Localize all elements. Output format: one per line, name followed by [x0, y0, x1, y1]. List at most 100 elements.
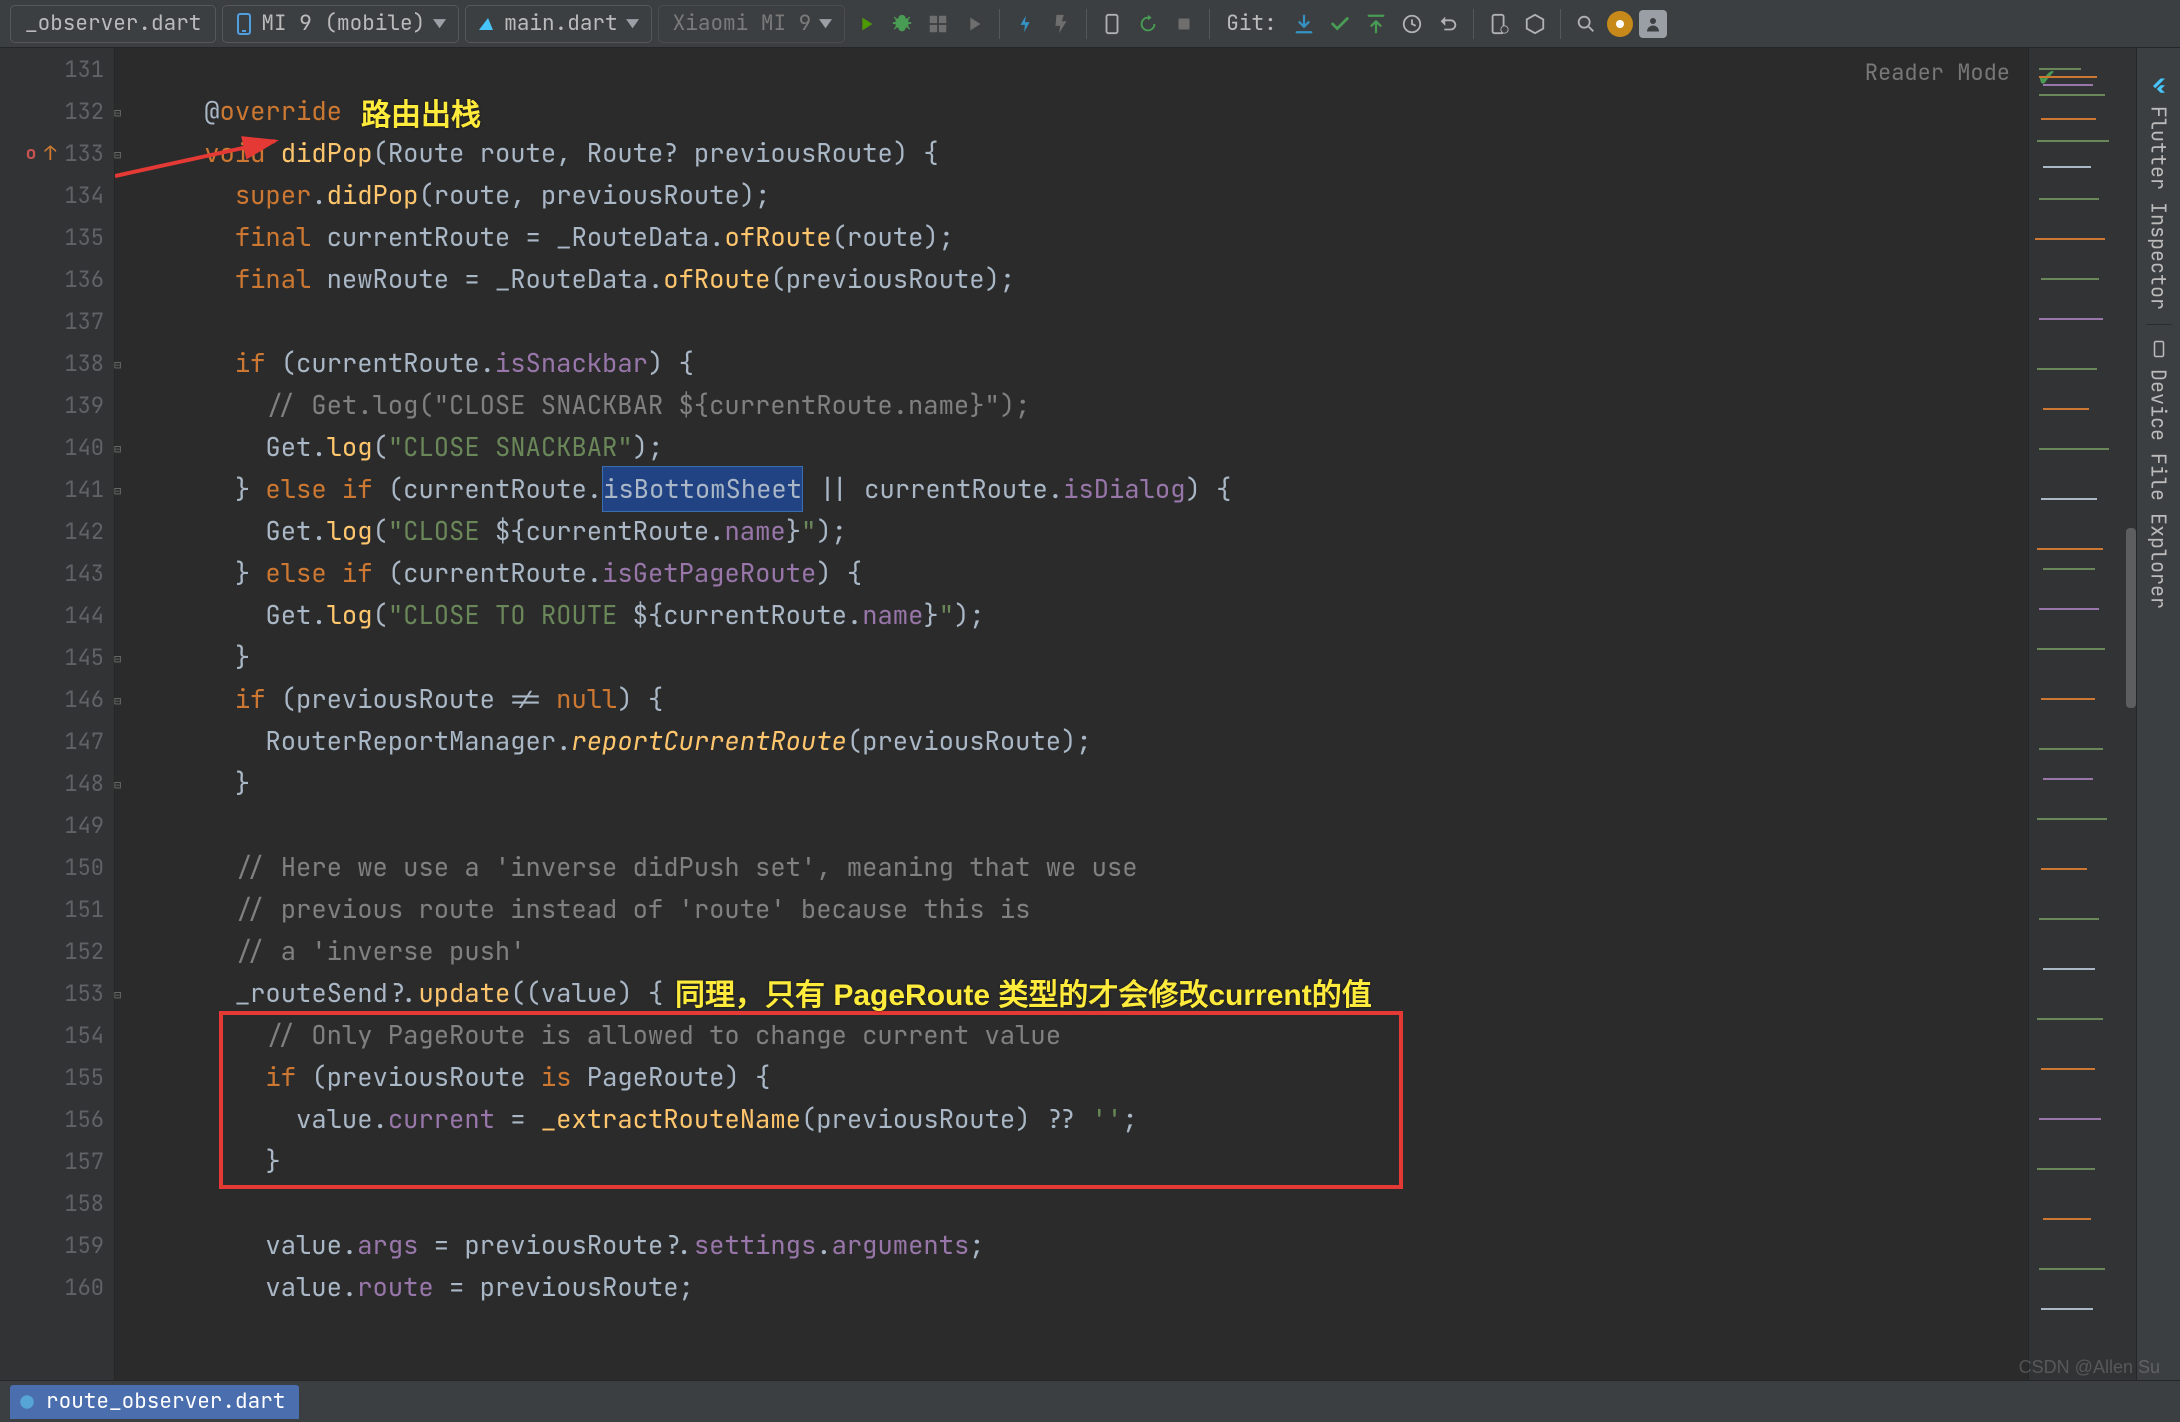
- code-line[interactable]: Get.log("CLOSE TO ROUTE ${currentRoute.n…: [143, 594, 2028, 636]
- minimap[interactable]: ✔: [2028, 48, 2136, 1380]
- code-line[interactable]: final currentRoute = _RouteData.ofRoute(…: [143, 216, 2028, 258]
- user-avatar[interactable]: [1639, 10, 1667, 38]
- code-line[interactable]: Get.log("CLOSE SNACKBAR");: [143, 426, 2028, 468]
- code-line[interactable]: RouterReportManager.reportCurrentRoute(p…: [143, 720, 2028, 762]
- gutter-line[interactable]: o↑133⊟: [0, 132, 114, 174]
- gutter-line[interactable]: 147: [0, 720, 114, 762]
- stop-icon[interactable]: [1169, 9, 1199, 39]
- gutter-line[interactable]: 137: [0, 300, 114, 342]
- code-line[interactable]: super.didPop(route, previousRoute);: [143, 174, 2028, 216]
- gutter-line[interactable]: 149: [0, 804, 114, 846]
- gutter-line[interactable]: 145⊟: [0, 636, 114, 678]
- code-line[interactable]: } else if (currentRoute.isBottomSheet ||…: [143, 468, 2028, 510]
- gutter-line[interactable]: 140⊟: [0, 426, 114, 468]
- token-op: (: [281, 342, 296, 384]
- minimap-stripe: [2039, 748, 2103, 750]
- gutter-line[interactable]: 144: [0, 594, 114, 636]
- attach-icon[interactable]: [1097, 9, 1127, 39]
- token-op: }: [235, 762, 250, 804]
- gutter-line[interactable]: 155: [0, 1056, 114, 1098]
- gutter-line[interactable]: 154: [0, 1014, 114, 1056]
- notifications-icon[interactable]: [1607, 11, 1633, 37]
- rail-device-file-explorer[interactable]: Device File Explorer: [2146, 325, 2172, 623]
- code-line[interactable]: value.args = previousRoute?.settings.arg…: [143, 1224, 2028, 1266]
- gutter-line[interactable]: 132⊟: [0, 90, 114, 132]
- gutter-line[interactable]: 159: [0, 1224, 114, 1266]
- device-manager-icon[interactable]: [1484, 9, 1514, 39]
- annotation-redbox: [219, 1011, 1403, 1189]
- git-push-icon[interactable]: [1361, 9, 1391, 39]
- gutter-line[interactable]: 141⊟: [0, 468, 114, 510]
- token-op: .: [342, 1224, 357, 1266]
- gutter-line[interactable]: 157: [0, 1140, 114, 1182]
- code-line[interactable]: [143, 48, 2028, 90]
- code-line[interactable]: void didPop(Route route, Route? previous…: [143, 132, 2028, 174]
- minimap-stripe: [2041, 1308, 2093, 1310]
- code-line[interactable]: // Here we use a 'inverse didPush set', …: [143, 846, 2028, 888]
- gutter-line[interactable]: 142: [0, 510, 114, 552]
- code-line[interactable]: }: [143, 762, 2028, 804]
- git-commit-icon[interactable]: [1325, 9, 1355, 39]
- token-op: =: [434, 1266, 480, 1308]
- minimap-stripe: [2039, 1118, 2101, 1120]
- toolbar-separator: [1473, 9, 1474, 39]
- editor-wrap: Reader Mode @override void didPop(Route …: [115, 48, 2028, 1380]
- code-line[interactable]: final newRoute = _RouteData.ofRoute(prev…: [143, 258, 2028, 300]
- history-icon[interactable]: [1397, 9, 1427, 39]
- code-line[interactable]: if (currentRoute.isSnackbar) {: [143, 342, 2028, 384]
- coverage-icon[interactable]: [923, 9, 953, 39]
- code-line[interactable]: [143, 804, 2028, 846]
- hot-reload-icon[interactable]: [1010, 9, 1040, 39]
- gutter-line[interactable]: 136: [0, 258, 114, 300]
- open-file-tab[interactable]: route_observer.dart: [10, 1385, 299, 1419]
- reader-mode-label[interactable]: Reader Mode: [1865, 58, 2010, 87]
- gutter-line[interactable]: 156: [0, 1098, 114, 1140]
- extra-device-chip[interactable]: Xiaomi MI 9 ▼: [658, 5, 846, 43]
- device-chip[interactable]: MI 9 (mobile) ▼: [222, 5, 459, 43]
- rollback-icon[interactable]: [1433, 9, 1463, 39]
- code-line[interactable]: // a 'inverse push': [143, 930, 2028, 972]
- git-pull-icon[interactable]: [1289, 9, 1319, 39]
- code-line[interactable]: } else if (currentRoute.isGetPageRoute) …: [143, 552, 2028, 594]
- gutter-line[interactable]: 135: [0, 216, 114, 258]
- gutter-line[interactable]: 143: [0, 552, 114, 594]
- code-line[interactable]: Get.log("CLOSE ${currentRoute.name}");: [143, 510, 2028, 552]
- gutter-line[interactable]: 151: [0, 888, 114, 930]
- file-chip[interactable]: _observer.dart: [10, 5, 216, 43]
- gutter-line[interactable]: 160: [0, 1266, 114, 1308]
- search-icon[interactable]: [1571, 9, 1601, 39]
- code-line[interactable]: }: [143, 636, 2028, 678]
- gutter-line[interactable]: 150: [0, 846, 114, 888]
- token-fn: log: [327, 510, 373, 552]
- minimap-stripe: [2043, 778, 2093, 780]
- main: 131132⊟o↑133⊟134135136137138⊟139140⊟141⊟…: [0, 48, 2180, 1380]
- code-line[interactable]: // previous route instead of 'route' bec…: [143, 888, 2028, 930]
- code-line[interactable]: value.route = previousRoute;: [143, 1266, 2028, 1308]
- run-icon[interactable]: [851, 9, 881, 39]
- package-icon[interactable]: [1520, 9, 1550, 39]
- gutter-line[interactable]: 158: [0, 1182, 114, 1224]
- gutter-line[interactable]: 152: [0, 930, 114, 972]
- code-line[interactable]: // Get.log("CLOSE SNACKBAR ${currentRout…: [143, 384, 2028, 426]
- gutter-line[interactable]: 134: [0, 174, 114, 216]
- token-prop: settings: [694, 1224, 816, 1266]
- code-line[interactable]: [143, 300, 2028, 342]
- minimap-viewport[interactable]: [2126, 528, 2136, 708]
- run-config-chip[interactable]: main.dart ▼: [465, 5, 651, 43]
- gutter-line[interactable]: 146⊟: [0, 678, 114, 720]
- minimap-stripe: [2037, 140, 2109, 142]
- right-rail: Flutter Inspector Device File Explorer: [2136, 48, 2180, 1380]
- gutter-line[interactable]: 138⊟: [0, 342, 114, 384]
- gutter-line[interactable]: 131: [0, 48, 114, 90]
- token-op: );: [740, 174, 771, 216]
- gutter-line[interactable]: 148⊟: [0, 762, 114, 804]
- gutter-line[interactable]: 153⊟: [0, 972, 114, 1014]
- flash-icon[interactable]: [1046, 9, 1076, 39]
- rail-flutter-inspector[interactable]: Flutter Inspector: [2146, 62, 2172, 325]
- debug-icon[interactable]: [887, 9, 917, 39]
- restart-debug-icon[interactable]: [1133, 9, 1163, 39]
- code-line[interactable]: if (previousRoute != null) {: [143, 678, 2028, 720]
- gutter-line[interactable]: 139: [0, 384, 114, 426]
- token-op: );: [816, 510, 847, 552]
- profile-icon[interactable]: [959, 9, 989, 39]
